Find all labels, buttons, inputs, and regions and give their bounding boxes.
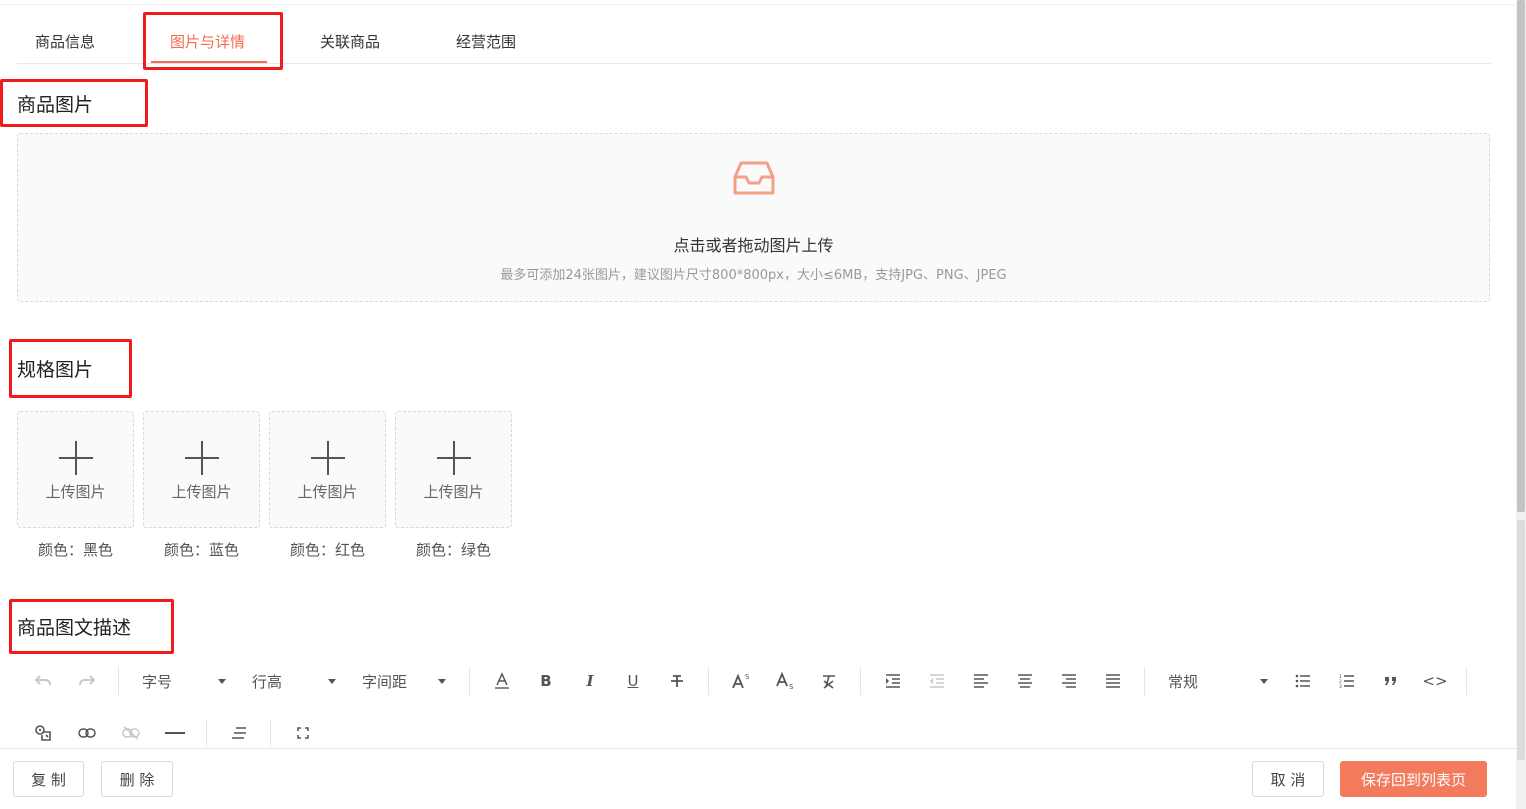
plus-icon — [437, 441, 471, 475]
undo-icon[interactable] — [28, 666, 58, 696]
tab-business-scope[interactable]: 经营范围 — [456, 31, 516, 52]
tab-bar: 商品信息 图片与详情 关联商品 经营范围 — [17, 22, 1491, 64]
spec-upload-slot-blue[interactable]: 上传图片 — [143, 411, 260, 528]
toolbar-divider — [860, 667, 861, 695]
scrollbar-track-segment — [1517, 520, 1525, 760]
subscript-icon[interactable]: S — [771, 666, 801, 696]
plus-icon — [311, 441, 345, 475]
vertical-scrollbar[interactable] — [1516, 0, 1526, 809]
align-justify-icon[interactable] — [1098, 666, 1128, 696]
active-tab-indicator — [151, 61, 267, 63]
footer-bar: 复 制 删 除 取 消 保存回到列表页 — [0, 748, 1526, 809]
page: 商品信息 图片与详情 关联商品 经营范围 商品图片 点击或者拖动图片上传 最多可… — [0, 0, 1526, 809]
svg-text:3: 3 — [1339, 684, 1342, 688]
fullscreen-icon[interactable] — [288, 718, 318, 748]
italic-icon[interactable]: I — [575, 666, 605, 696]
spec-upload-label: 上传图片 — [423, 483, 484, 501]
align-center-icon[interactable] — [1010, 666, 1040, 696]
font-size-label: 字号 — [142, 672, 173, 691]
bullet-list-icon[interactable] — [1288, 666, 1318, 696]
horizontal-rule-icon[interactable] — [160, 718, 190, 748]
superscript-icon[interactable]: S — [727, 666, 757, 696]
svg-text:S: S — [745, 673, 750, 681]
section-title-description: 商品图文描述 — [17, 617, 132, 639]
font-color-icon[interactable] — [487, 666, 517, 696]
font-size-select[interactable]: 字号 — [142, 666, 226, 696]
section-title-spec-images: 规格图片 — [17, 359, 94, 381]
toolbar-divider — [270, 719, 271, 747]
link-icon[interactable] — [72, 718, 102, 748]
plus-icon — [185, 441, 219, 475]
toolbar-divider — [708, 667, 709, 695]
spec-upload-slot-black[interactable]: 上传图片 — [17, 411, 134, 528]
toolbar-divider — [469, 667, 470, 695]
chevron-down-icon — [1260, 679, 1268, 684]
tab-images-details[interactable]: 图片与详情 — [170, 31, 245, 52]
line-height-label: 行高 — [252, 672, 283, 691]
numbered-list-icon[interactable]: 123 — [1332, 666, 1362, 696]
inbox-icon — [733, 161, 775, 195]
toolbar-divider — [1466, 667, 1467, 695]
toolbar-divider — [118, 667, 119, 695]
cancel-button[interactable]: 取 消 — [1252, 761, 1324, 797]
letter-spacing-label: 字间距 — [362, 672, 408, 691]
heading-select[interactable]: 常规 — [1168, 666, 1268, 696]
spec-upload-label: 上传图片 — [297, 483, 358, 501]
outdent-icon[interactable] — [922, 666, 952, 696]
svg-text:S: S — [789, 683, 794, 690]
save-return-list-button[interactable]: 保存回到列表页 — [1340, 761, 1487, 797]
image-upload-dropzone[interactable]: 点击或者拖动图片上传 最多可添加24张图片，建议图片尺寸800*800px，大小… — [17, 133, 1490, 302]
code-icon[interactable]: <> — [1420, 666, 1450, 696]
align-right-icon[interactable] — [1054, 666, 1084, 696]
upload-hint: 最多可添加24张图片，建议图片尺寸800*800px，大小≤6MB，支持JPG、… — [500, 268, 1007, 283]
copy-button[interactable]: 复 制 — [13, 761, 84, 797]
text-indent-icon[interactable] — [224, 718, 254, 748]
emoji-icon[interactable] — [28, 718, 58, 748]
align-left-icon[interactable] — [966, 666, 996, 696]
spec-upload-label: 上传图片 — [45, 483, 106, 501]
tab-related-products[interactable]: 关联商品 — [320, 31, 380, 52]
underline-icon[interactable]: U — [618, 666, 648, 696]
top-edge — [0, 0, 1526, 5]
heading-label: 常规 — [1168, 672, 1199, 691]
spec-caption-green: 颜色：绿色 — [415, 541, 491, 559]
line-height-select[interactable]: 行高 — [252, 666, 336, 696]
delete-button[interactable]: 删 除 — [101, 761, 173, 797]
spec-caption-black: 颜色：黑色 — [37, 541, 113, 559]
clear-format-icon[interactable] — [814, 666, 844, 696]
strikethrough-icon[interactable] — [662, 666, 692, 696]
blockquote-icon[interactable] — [1376, 666, 1406, 696]
spec-caption-blue: 颜色：蓝色 — [163, 541, 239, 559]
chevron-down-icon — [328, 679, 336, 684]
letter-spacing-select[interactable]: 字间距 — [362, 666, 446, 696]
section-title-product-images: 商品图片 — [17, 94, 94, 116]
redo-icon[interactable] — [72, 666, 102, 696]
scrollbar-thumb[interactable] — [1517, 0, 1525, 512]
tab-product-info[interactable]: 商品信息 — [35, 31, 95, 52]
toolbar-divider — [206, 719, 207, 747]
bold-icon[interactable]: B — [531, 666, 561, 696]
chevron-down-icon — [218, 679, 226, 684]
spec-upload-slot-green[interactable]: 上传图片 — [395, 411, 512, 528]
indent-icon[interactable] — [878, 666, 908, 696]
upload-text: 点击或者拖动图片上传 — [673, 236, 834, 255]
unlink-icon[interactable] — [116, 718, 146, 748]
spec-upload-slot-red[interactable]: 上传图片 — [269, 411, 386, 528]
toolbar-divider — [1144, 667, 1145, 695]
plus-icon — [59, 441, 93, 475]
spec-upload-label: 上传图片 — [171, 483, 232, 501]
chevron-down-icon — [438, 679, 446, 684]
spec-caption-red: 颜色：红色 — [289, 541, 365, 559]
